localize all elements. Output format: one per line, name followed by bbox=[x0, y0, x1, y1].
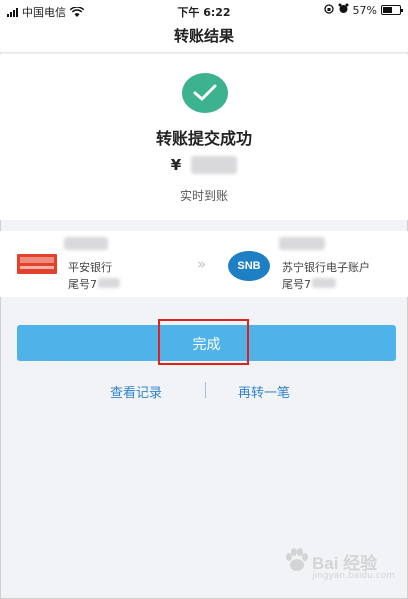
to-tail-redacted bbox=[312, 278, 336, 288]
battery-icon bbox=[381, 5, 403, 15]
snb-bank-logo: SNB bbox=[228, 251, 270, 281]
from-tail-redacted bbox=[98, 278, 120, 288]
amount-redacted bbox=[191, 156, 238, 174]
transfer-arrow-icon: » bbox=[197, 255, 206, 273]
to-account-tail: 尾号7 bbox=[282, 278, 311, 291]
from-account-tail: 尾号7 bbox=[68, 278, 97, 291]
transfer-again-link[interactable]: 再转一笔 bbox=[238, 382, 290, 401]
status-bar: 中国电信 下午 6:22 57% bbox=[0, 0, 408, 20]
view-records-link[interactable]: 查看记录 bbox=[110, 382, 162, 401]
success-check-icon bbox=[182, 73, 228, 113]
alarm-icon bbox=[338, 3, 349, 17]
nav-bar: 转账结果 bbox=[0, 20, 408, 53]
currency-symbol: ¥ bbox=[170, 156, 182, 174]
from-account-name-redacted bbox=[64, 237, 108, 250]
page-title: 转账结果 bbox=[173, 27, 234, 45]
result-card: 转账提交成功 ¥ 实时到账 bbox=[0, 54, 408, 220]
battery-percent: 57% bbox=[352, 3, 377, 17]
link-divider bbox=[205, 382, 206, 398]
to-account-name-redacted bbox=[279, 237, 325, 250]
to-bank-name: 苏宁银行电子账户 bbox=[282, 261, 370, 274]
orientation-lock-icon bbox=[323, 3, 334, 17]
accounts-strip: 平安银行 尾号7 » SNB 苏宁银行电子账户 尾号7 bbox=[0, 231, 408, 297]
pingan-bank-logo bbox=[17, 254, 57, 274]
result-status-text: 转账提交成功 bbox=[155, 129, 252, 148]
status-right: 57% bbox=[323, 3, 403, 17]
arrival-time-text: 实时到账 bbox=[179, 189, 228, 203]
battery-fill bbox=[383, 7, 392, 13]
from-bank-name: 平安银行 bbox=[68, 261, 112, 274]
baidu-jingyan-watermark: Bai 经验 jingyan.baidu.com bbox=[282, 545, 396, 583]
paw-icon bbox=[286, 548, 308, 571]
transfer-amount: ¥ bbox=[0, 156, 408, 174]
secondary-actions: 查看记录 再转一笔 bbox=[0, 382, 408, 402]
watermark-url: jingyan.baidu.com bbox=[312, 571, 396, 581]
annotation-highlight-box bbox=[158, 319, 249, 365]
